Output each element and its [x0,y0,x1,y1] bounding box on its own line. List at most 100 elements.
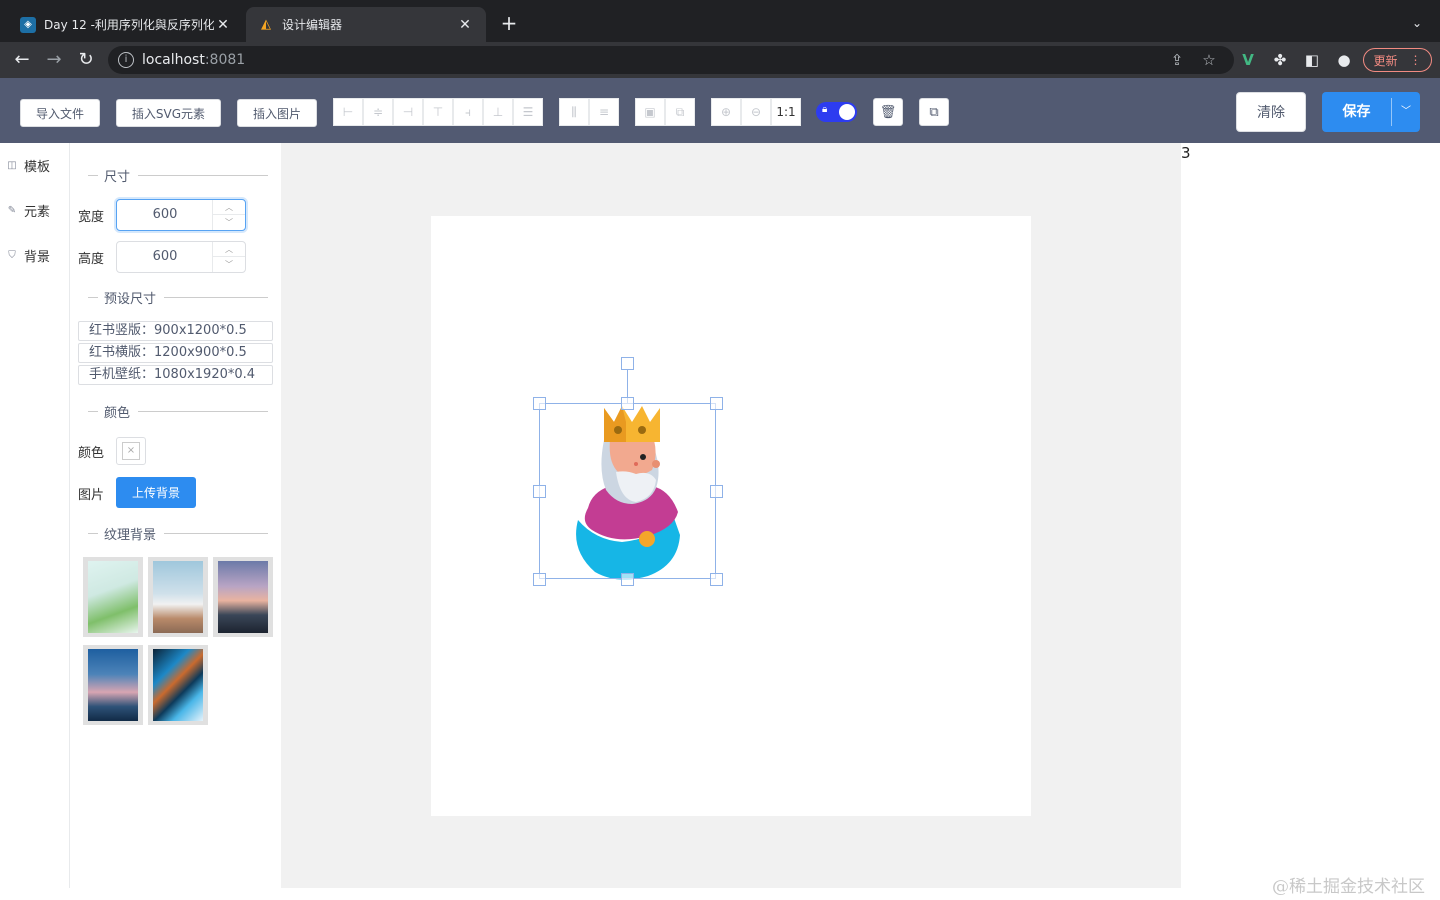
copy-icon[interactable]: ⧉ [919,98,949,126]
save-label: 保存 [1342,104,1371,120]
increase-chevron-icon[interactable]: ︿ [213,242,245,257]
align-center-h-icon[interactable]: ≑ [363,98,393,126]
preset-option[interactable]: 红书横版：1200x900*0.5 [78,343,273,363]
texture-image [153,649,203,721]
decrease-chevron-icon[interactable]: ﹀ [213,257,245,272]
texture-image [218,561,268,633]
color-picker[interactable]: × [116,437,146,465]
nav-item-element[interactable]: ✎ 元素 [6,200,50,220]
resize-handle-right[interactable] [710,485,723,498]
width-value: 600 [152,207,178,222]
resize-handle-top-left[interactable] [533,397,546,410]
watermark-text: @稀土掘金技术社区 [1272,877,1425,897]
share-icon[interactable]: ⇪ [1165,48,1189,72]
more-menu-icon: ⋮ [1409,53,1422,67]
left-nav: ◫ 模板 ✎ 元素 ⛉ 背景 [0,143,70,888]
resize-handle-bottom-right[interactable] [710,573,723,586]
forward-arrow-icon[interactable]: → [42,48,66,72]
zoom-out-icon[interactable]: ⊖ [741,98,771,126]
texture-thumb-house[interactable] [148,557,208,637]
back-arrow-icon[interactable]: ← [10,48,34,72]
tab-inactive[interactable]: ◈ Day 12 -利用序列化與反序列化及… ✕ [8,7,244,42]
image-label: 图片 [78,488,105,503]
texture-thumb-flowers[interactable] [83,557,143,637]
align-middle-v-icon[interactable]: ⫞ [453,98,483,126]
update-button[interactable]: 更新 ⋮ [1363,48,1432,72]
rotate-handle[interactable] [621,357,634,370]
texture-section-title: 纹理背景 [88,523,268,543]
side-panel-icon[interactable]: ◧ [1300,48,1324,72]
clear-button[interactable]: 清除 [1236,92,1306,132]
width-label: 宽度 [78,210,105,225]
lock-icon: 🔒︎ [822,104,828,115]
texture-thumb-abstract[interactable] [148,645,208,725]
group-icon[interactable]: ▣ [635,98,665,126]
distribute-horizontal-icon[interactable]: ⫼ [559,98,589,126]
color-section-title: 颜色 [88,401,268,421]
right-panel-number: 3 [1181,144,1191,162]
extensions-puzzle-icon[interactable]: ✤ [1268,48,1292,72]
preset-section-title: 预设尺寸 [88,287,268,307]
texture-thumb-pier[interactable] [213,557,273,637]
height-input[interactable]: 600 ︿ ﹀ [116,241,246,273]
nav-item-template[interactable]: ◫ 模板 [6,155,50,175]
align-right-icon[interactable]: ⊣ [393,98,423,126]
height-stepper[interactable]: ︿ ﹀ [212,242,245,272]
texture-image [153,561,203,633]
background-icon: ⛉ [8,249,16,261]
zoom-reset-button[interactable]: 1:1 [771,98,801,126]
size-section-title: 尺寸 [88,165,268,185]
distribute-icon[interactable]: ☰ [513,98,543,126]
nav-item-background[interactable]: ⛉ 背景 [6,245,50,265]
vue-devtools-icon[interactable]: V [1236,48,1260,72]
resize-handle-bottom[interactable] [621,573,634,586]
width-stepper[interactable]: ︿ ﹀ [212,200,245,230]
align-top-icon[interactable]: ⊤ [423,98,453,126]
delete-trash-icon[interactable]: 🗑︎ [873,98,903,126]
update-label: 更新 [1373,53,1398,68]
nav-label: 元素 [24,204,51,220]
decrease-chevron-icon[interactable]: ﹀ [213,215,245,230]
close-tab-icon[interactable]: ✕ [214,17,232,33]
insert-image-button[interactable]: 插入图片 [237,99,317,127]
texture-image [88,561,138,633]
zoom-button-group: ⊕ ⊖ 1:1 [711,98,801,126]
preset-option[interactable]: 手机壁纸：1080x1920*0.4 [78,365,273,385]
texture-thumb-mountain[interactable] [83,645,143,725]
browser-tab-bar: ◈ Day 12 -利用序列化與反序列化及… ✕ ◭ 设计编辑器 ✕ + ⌄ [0,0,1440,42]
group-button-group: ▣ ⧉ [635,98,695,126]
preset-option[interactable]: 红书竖版：900x1200*0.5 [78,321,273,341]
increase-chevron-icon[interactable]: ︿ [213,200,245,215]
site-info-icon[interactable]: i [118,52,134,68]
tab-search-chevron-icon[interactable]: ⌄ [1406,12,1428,34]
ungroup-icon[interactable]: ⧉ [665,98,695,126]
settings-panel: 尺寸 宽度 600 ︿ ﹀ 高度 600 ︿ ﹀ 预设尺寸 红书竖版：900x1… [70,143,281,888]
align-bottom-icon[interactable]: ⊥ [483,98,513,126]
site-favicon-icon: ◈ [20,16,36,33]
tab-title: 设计编辑器 [282,18,343,32]
resize-handle-left[interactable] [533,485,546,498]
bookmark-star-icon[interactable]: ☆ [1197,48,1221,72]
close-tab-icon[interactable]: ✕ [456,17,474,33]
upload-background-button[interactable]: 上传背景 [116,477,196,508]
resize-handle-bottom-left[interactable] [533,573,546,586]
zoom-in-icon[interactable]: ⊕ [711,98,741,126]
align-left-icon[interactable]: ⊢ [333,98,363,126]
reload-icon[interactable]: ↻ [74,48,98,72]
profile-avatar-icon[interactable]: ● [1332,48,1356,72]
url-input[interactable]: i localhost:8081 [108,46,1234,74]
align-button-group: ⊢ ≑ ⊣ ⊤ ⫞ ⊥ ☰ [333,98,543,126]
width-input[interactable]: 600 ︿ ﹀ [116,199,246,231]
save-button[interactable]: 保存 ﹀ [1322,92,1420,132]
resize-handle-top[interactable] [621,397,634,410]
selection-box [539,403,716,579]
design-canvas[interactable] [431,216,1031,816]
resize-handle-top-right[interactable] [710,397,723,410]
tab-active[interactable]: ◭ 设计编辑器 ✕ [246,7,486,42]
save-dropdown-chevron-icon[interactable]: ﹀ [1392,92,1420,132]
distribute-vertical-icon[interactable]: ≡ [589,98,619,126]
import-file-button[interactable]: 导入文件 [20,99,100,127]
new-tab-button[interactable]: + [497,11,521,35]
lock-toggle-switch[interactable]: 🔒︎ [816,102,857,122]
insert-svg-button[interactable]: 插入SVG元素 [116,99,221,127]
